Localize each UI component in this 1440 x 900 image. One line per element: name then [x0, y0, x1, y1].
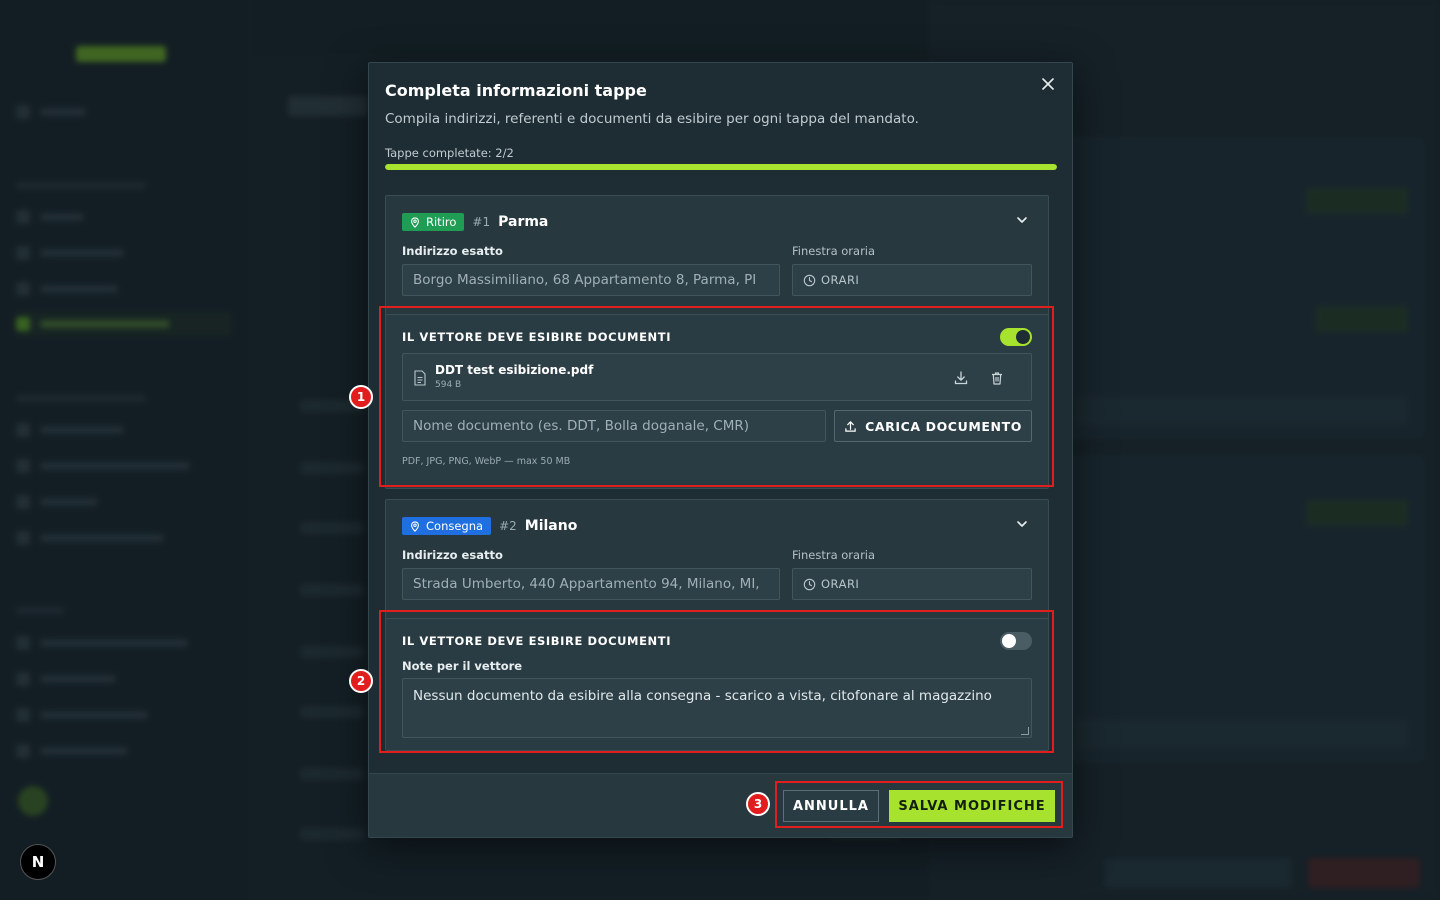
modal-subtitle: Compila indirizzi, referenti e documenti…: [385, 111, 919, 127]
annotation-number: 1: [349, 385, 373, 409]
time-window-value: ORARI: [821, 273, 860, 287]
complete-stops-modal: Completa informazioni tappe Compila indi…: [368, 62, 1073, 838]
stop-type-badge: Consegna: [402, 517, 492, 535]
trash-icon[interactable]: [989, 370, 1005, 386]
notes-textarea[interactable]: Nessun documento da esibire alla consegn…: [402, 678, 1032, 738]
location-pin-icon: [411, 520, 419, 532]
progress-fill: [385, 164, 1057, 170]
annotation-number: 3: [746, 792, 770, 816]
stop-type-label: Ritiro: [426, 215, 457, 229]
close-icon[interactable]: [1038, 75, 1058, 95]
stop-header: Ritiro #1 Parma: [402, 212, 548, 232]
location-pin-icon: [411, 216, 419, 228]
time-window-label: Finestra oraria: [792, 244, 876, 258]
stop-type-badge: Ritiro: [402, 213, 465, 231]
progress-label: Tappe completate: 2/2: [385, 146, 514, 160]
address-label: Indirizzo esatto: [402, 244, 503, 258]
progress-bar: [385, 164, 1057, 170]
modal-body: Ritiro #1 Parma Indirizzo esatto Borgo M…: [369, 173, 1072, 773]
stop-header: Consegna #2 Milano: [402, 516, 577, 536]
documents-toggle[interactable]: [1000, 328, 1032, 346]
documents-title: IL VETTORE DEVE ESIBIRE DOCUMENTI: [402, 634, 672, 648]
stop-card-pickup: Ritiro #1 Parma Indirizzo esatto Borgo M…: [385, 195, 1049, 489]
notes-text: Nessun documento da esibire alla consegn…: [413, 688, 992, 704]
file-name: DDT test esibizione.pdf: [435, 363, 594, 377]
modal-footer: ANNULLA SALVA MODIFICHE: [369, 773, 1072, 837]
address-input[interactable]: Strada Umberto, 440 Appartamento 94, Mil…: [402, 568, 780, 600]
stop-number: #1: [472, 215, 491, 229]
clock-icon: [803, 274, 816, 286]
dev-tools-badge[interactable]: N: [20, 844, 56, 880]
stop-card-delivery: Consegna #2 Milano Indirizzo esatto Stra…: [385, 499, 1049, 751]
time-window-value: ORARI: [821, 577, 860, 591]
document-icon: [414, 370, 426, 386]
time-window-input[interactable]: ORARI: [792, 264, 1032, 296]
time-window-input[interactable]: ORARI: [792, 568, 1032, 600]
documents-section: IL VETTORE DEVE ESIBIRE DOCUMENTI DDT te…: [386, 314, 1048, 488]
address-input[interactable]: Borgo Massimiliano, 68 Appartamento 8, P…: [402, 264, 780, 296]
annotation-number: 2: [349, 669, 373, 693]
document-name-input[interactable]: Nome documento (es. DDT, Bolla doganale,…: [402, 410, 826, 442]
documents-section: IL VETTORE DEVE ESIBIRE DOCUMENTI Note p…: [386, 618, 1048, 750]
uploaded-file-row: DDT test esibizione.pdf 594 B: [402, 353, 1032, 401]
time-window-label: Finestra oraria: [792, 548, 876, 562]
chevron-down-icon[interactable]: [1014, 212, 1030, 228]
save-button[interactable]: SALVA MODIFICHE: [889, 790, 1055, 822]
formats-hint: PDF, JPG, PNG, WebP — max 50 MB: [402, 456, 571, 467]
stop-city: Parma: [498, 214, 549, 230]
address-label: Indirizzo esatto: [402, 548, 503, 562]
stop-number: #2: [499, 519, 517, 533]
clock-icon: [803, 578, 816, 590]
upload-icon: [845, 420, 856, 432]
upload-document-button[interactable]: CARICA DOCUMENTO: [834, 410, 1032, 442]
documents-toggle[interactable]: [1000, 632, 1032, 650]
upload-label: CARICA DOCUMENTO: [865, 418, 1022, 434]
resize-handle[interactable]: [1021, 727, 1029, 735]
notes-label: Note per il vettore: [402, 659, 523, 673]
file-size: 594 B: [435, 380, 462, 390]
cancel-button[interactable]: ANNULLA: [783, 790, 879, 822]
documents-title: IL VETTORE DEVE ESIBIRE DOCUMENTI: [402, 330, 672, 344]
download-icon[interactable]: [953, 370, 969, 386]
stop-city: Milano: [524, 518, 578, 534]
stop-type-label: Consegna: [426, 519, 484, 533]
chevron-down-icon[interactable]: [1014, 516, 1030, 532]
modal-title: Completa informazioni tappe: [385, 81, 647, 100]
